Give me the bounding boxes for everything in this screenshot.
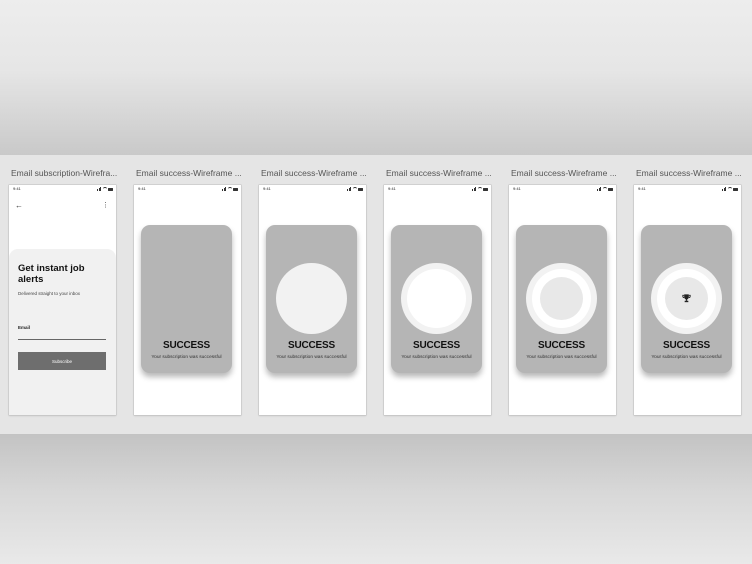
status-bar: 9:41 [259,185,366,193]
phone-screen: 9:41 SUCCESS Your subscription was succe… [634,185,741,415]
wifi-icon [727,186,732,191]
success-heading: SUCCESS [288,340,335,351]
battery-icon [733,187,738,191]
phone-screen: 9:41 SUCCESS Your subscription was succe… [509,185,616,415]
frame-title[interactable]: Email success-Wireframe ... [386,168,494,178]
subscription-sheet: Get instant job alerts Delivered straigh… [9,249,116,415]
success-circle [276,263,347,334]
phone-screen: 9:41 ← ⋮ Get instant job alerts Delivere… [9,185,116,415]
frame-title[interactable]: Email success-Wireframe ... [511,168,619,178]
success-circle [526,263,597,334]
email-label: Email [18,325,31,330]
signal-icon [597,187,601,191]
wifi-icon [477,186,482,191]
status-bar: 9:41 [509,185,616,193]
signal-icon [722,187,726,191]
status-time: 9:41 [388,186,396,191]
battery-icon [483,187,488,191]
status-icons [597,186,613,191]
subscription-subtitle: Delivered straight to your inbox [18,291,81,296]
success-heading: SUCCESS [538,340,585,351]
phone-screen: 9:41 SUCCESS Your subscription was succe… [134,185,241,415]
status-bar: 9:41 [9,185,116,193]
success-circle-inner [532,269,591,328]
status-icons [472,186,488,191]
signal-icon [222,187,226,191]
back-arrow-icon[interactable]: ← [15,202,23,210]
success-circle-inner [657,269,716,328]
status-time: 9:41 [263,186,271,191]
wifi-icon [227,186,232,191]
status-time: 9:41 [138,186,146,191]
design-canvas: Email subscription-Wirefra... 9:41 ← ⋮ G… [0,155,752,434]
frame-email-success-3[interactable]: Email success-Wireframe ... 9:41 SUCCESS… [384,155,494,434]
phone-screen: 9:41 SUCCESS Your subscription was succe… [384,185,491,415]
status-bar: 9:41 [134,185,241,193]
success-card: SUCCESS Your subscription was successful [391,225,482,373]
frame-title[interactable]: Email success-Wireframe ... [636,168,744,178]
success-message: Your subscription was successful [526,355,597,360]
more-vertical-icon[interactable]: ⋮ [102,202,109,210]
signal-icon [472,187,476,191]
status-icons [722,186,738,191]
frame-title[interactable]: Email subscription-Wirefra... [11,168,119,178]
trophy-icon [682,294,691,303]
subscribe-button[interactable]: Subscribe [18,352,106,370]
success-card: SUCCESS Your subscription was successful [266,225,357,373]
status-time: 9:41 [513,186,521,191]
phone-screen: 9:41 SUCCESS Your subscription was succe… [259,185,366,415]
status-icons [222,186,238,191]
success-circle-core [665,277,708,320]
status-time: 9:41 [13,186,21,191]
success-circle-inner [407,269,466,328]
email-field[interactable] [18,331,106,340]
battery-icon [233,187,238,191]
background-bottom [0,434,752,564]
success-message: Your subscription was successful [276,355,347,360]
status-bar: 9:41 [634,185,741,193]
frame-email-subscription[interactable]: Email subscription-Wirefra... 9:41 ← ⋮ G… [9,155,119,434]
frame-email-success-5[interactable]: Email success-Wireframe ... 9:41 SUCCESS… [634,155,744,434]
wifi-icon [102,186,107,191]
status-time: 9:41 [638,186,646,191]
success-card: SUCCESS Your subscription was successful [141,225,232,373]
success-message: Your subscription was successful [401,355,472,360]
signal-icon [347,187,351,191]
frame-email-success-4[interactable]: Email success-Wireframe ... 9:41 SUCCESS… [509,155,619,434]
status-icons [347,186,363,191]
success-card: SUCCESS Your subscription was successful [516,225,607,373]
battery-icon [608,187,613,191]
success-circle-core [540,277,583,320]
battery-icon [358,187,363,191]
wifi-icon [602,186,607,191]
frame-email-success-1[interactable]: Email success-Wireframe ... 9:41 SUCCESS… [134,155,244,434]
success-card: SUCCESS Your subscription was successful [641,225,732,373]
status-bar: 9:41 [384,185,491,193]
frame-title[interactable]: Email success-Wireframe ... [261,168,369,178]
status-icons [97,186,113,191]
battery-icon [108,187,113,191]
subscription-title: Get instant job alerts [18,263,85,285]
success-circle [651,263,722,334]
frame-email-success-2[interactable]: Email success-Wireframe ... 9:41 SUCCESS… [259,155,369,434]
success-circle [401,263,472,334]
success-heading: SUCCESS [413,340,460,351]
background-top [0,0,752,155]
wifi-icon [352,186,357,191]
signal-icon [97,187,101,191]
success-message: Your subscription was successful [151,355,222,360]
success-heading: SUCCESS [163,340,210,351]
success-message: Your subscription was successful [651,355,722,360]
frame-title[interactable]: Email success-Wireframe ... [136,168,244,178]
success-heading: SUCCESS [663,340,710,351]
